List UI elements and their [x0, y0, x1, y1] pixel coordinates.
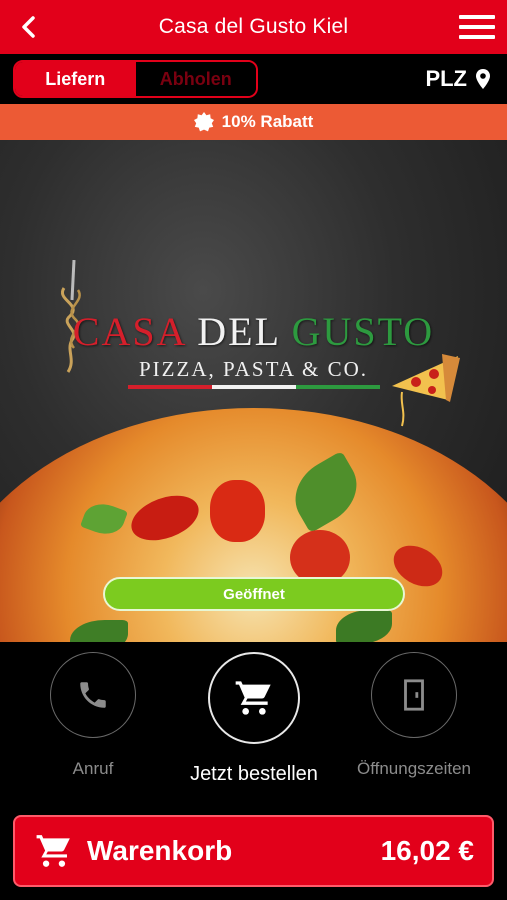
plz-button[interactable]: PLZ: [425, 64, 491, 94]
app-header: Casa del Gusto Kiel: [0, 0, 507, 54]
opening-hours-button[interactable]: [371, 652, 457, 738]
phone-icon: [80, 682, 106, 708]
call-label: Anruf: [72, 759, 114, 778]
logo-word-3: GUSTO: [291, 309, 435, 354]
cart-total: 16,02 €: [380, 835, 474, 866]
order-mode-bar: Liefern Abholen PLZ: [0, 54, 507, 104]
logo-word-1: CASA: [72, 309, 186, 354]
cart-label: Warenkorb: [87, 835, 233, 866]
promo-banner[interactable]: 10% Rabatt: [0, 104, 507, 140]
flag-underline: [127, 385, 380, 389]
restaurant-hero-image: CASA DEL GUSTO PIZZA, PASTA & CO. Geöffn…: [0, 140, 507, 642]
call-action[interactable]: Anruf: [48, 652, 138, 779]
restaurant-logo: CASA DEL GUSTO PIZZA, PASTA & CO.: [0, 308, 507, 389]
back-button[interactable]: [14, 12, 44, 42]
logo-word-2: DEL: [197, 309, 280, 354]
open-status-badge: Geöffnet: [103, 577, 405, 611]
cart-icon: [235, 681, 271, 715]
chevron-left-icon: [22, 16, 35, 38]
map-pin-icon: [476, 69, 490, 89]
opening-hours-action[interactable]: Öffnungszeiten: [349, 652, 479, 779]
badge-icon: [193, 112, 214, 132]
call-button[interactable]: [50, 652, 136, 738]
action-row: Anruf Jetzt bestellen Öffnungszeiten: [0, 642, 507, 812]
promo-label: 10% Rabatt: [221, 112, 314, 131]
order-now-button[interactable]: [208, 652, 300, 744]
opening-hours-label: Öffnungszeiten: [356, 759, 472, 778]
cart-button[interactable]: Warenkorb 16,02 €: [13, 815, 494, 887]
cart-icon: [36, 835, 70, 867]
hamburger-menu-icon: [459, 15, 495, 19]
order-mode-toggle: Liefern Abholen: [13, 60, 258, 98]
order-now-action[interactable]: Jetzt bestellen: [188, 652, 320, 786]
page-title: Casa del Gusto Kiel: [158, 15, 349, 38]
toggle-option-abholen[interactable]: Abholen: [135, 62, 256, 96]
plz-label: PLZ: [425, 66, 467, 91]
door-icon: [404, 679, 424, 711]
logo-subtitle: PIZZA, PASTA & CO.: [139, 357, 368, 381]
order-now-label: Jetzt bestellen: [190, 763, 318, 785]
toggle-option-liefern[interactable]: Liefern: [15, 62, 136, 96]
menu-button[interactable]: [459, 13, 495, 41]
